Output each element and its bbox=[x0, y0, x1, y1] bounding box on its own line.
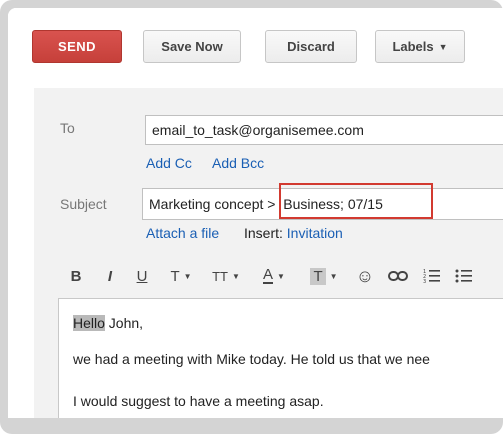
insert-prefix: Insert: bbox=[244, 225, 283, 241]
underline-button[interactable]: U bbox=[134, 262, 150, 290]
add-bcc-link[interactable]: Add Bcc bbox=[212, 155, 264, 171]
to-field[interactable]: email_to_task@organisemee.com bbox=[145, 115, 503, 145]
attach-file-link[interactable]: Attach a file bbox=[146, 225, 219, 241]
subject-label: Subject bbox=[60, 196, 107, 212]
insert-section: Insert: Invitation bbox=[244, 225, 343, 241]
chevron-down-icon: ▼ bbox=[183, 271, 192, 281]
link-icon[interactable] bbox=[386, 262, 410, 290]
text-color-label: A bbox=[263, 266, 274, 284]
body-greeting: Hello John, bbox=[73, 315, 143, 331]
labels-dropdown-button[interactable]: Labels ▼ bbox=[375, 30, 465, 63]
font-size-button[interactable]: TT ▼ bbox=[208, 262, 244, 290]
bold-button[interactable]: B bbox=[68, 262, 84, 290]
caret-down-icon: ▼ bbox=[438, 41, 448, 52]
send-button[interactable]: SEND bbox=[32, 30, 122, 63]
font-button[interactable]: T ▼ bbox=[166, 262, 196, 290]
greeting-highlight: Hello bbox=[73, 315, 105, 331]
highlight-annotation bbox=[279, 183, 433, 219]
add-cc-link[interactable]: Add Cc bbox=[146, 155, 192, 171]
bg-color-label: T bbox=[310, 267, 326, 285]
bulleted-list-glyph bbox=[455, 269, 472, 283]
compose-toolbar: SEND Save Now Discard Labels ▼ bbox=[8, 8, 503, 88]
font-label: T bbox=[170, 267, 180, 285]
discard-label: Discard bbox=[287, 39, 335, 54]
numbered-list-glyph: 1 2 3 bbox=[423, 269, 440, 284]
emoji-icon[interactable]: ☺ bbox=[354, 262, 376, 290]
send-label: SEND bbox=[57, 39, 97, 54]
subject-value-main: Marketing concept bbox=[149, 196, 264, 212]
to-label: To bbox=[60, 120, 75, 136]
screenshot-frame: SEND Save Now Discard Labels ▼ To email_… bbox=[0, 0, 503, 434]
save-now-label: Save Now bbox=[161, 39, 223, 54]
svg-text:3: 3 bbox=[423, 279, 426, 284]
body-line-2: we had a meeting with Mike today. He tol… bbox=[73, 351, 430, 367]
save-now-button[interactable]: Save Now bbox=[143, 30, 241, 63]
to-value: email_to_task@organisemee.com bbox=[152, 122, 364, 138]
font-size-label: TT bbox=[212, 268, 228, 284]
body-line-3: I would suggest to have a meeting asap. bbox=[73, 393, 324, 409]
text-color-button[interactable]: A ▼ bbox=[258, 262, 290, 290]
compose-window: SEND Save Now Discard Labels ▼ To email_… bbox=[8, 8, 503, 418]
invitation-link[interactable]: Invitation bbox=[287, 225, 343, 241]
chevron-down-icon: ▼ bbox=[329, 271, 338, 281]
discard-button[interactable]: Discard bbox=[265, 30, 357, 63]
italic-button[interactable]: I bbox=[102, 262, 118, 290]
numbered-list-icon[interactable]: 1 2 3 bbox=[422, 262, 442, 290]
greeting-rest: John, bbox=[104, 315, 144, 331]
chevron-down-icon: ▼ bbox=[277, 271, 285, 281]
link-icon-glyph bbox=[388, 271, 408, 281]
bg-color-button[interactable]: T ▼ bbox=[306, 262, 342, 290]
bulleted-list-icon[interactable] bbox=[454, 262, 474, 290]
labels-label: Labels bbox=[392, 39, 434, 54]
chevron-down-icon: ▼ bbox=[231, 271, 240, 281]
message-body[interactable]: Hello John, we had a meeting with Mike t… bbox=[58, 298, 503, 418]
